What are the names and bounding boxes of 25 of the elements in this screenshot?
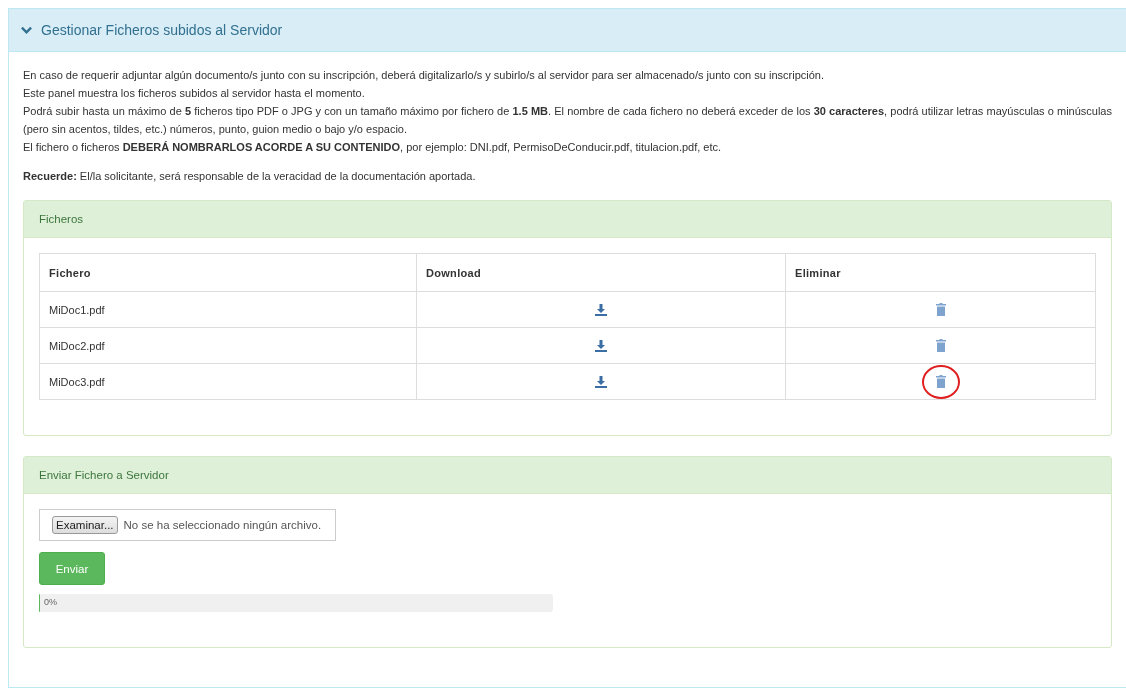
trash-icon[interactable] [935,339,946,352]
panel-title: Enviar Fichero a Servidor [39,469,169,481]
file-name: MiDoc2.pdf [39,327,417,364]
trash-icon[interactable] [935,375,946,388]
instruction-text: Podrá subir hasta un máximo de 5 ficheros tipo PDF o JPG y con un tamaño máximo por fichero de 1.5 MB. El nombre de cada fichero no deberá exceder de los 30 caracteres, podrá utilizar letras mayúsculas o minúsculas (pero sin acentos, tildes, etc.) números, punto, guion medio o bajo y/o espacio. [23,104,1112,137]
instruction-text: Este panel muestra los ficheros subidos al servidor hasta el momento. [23,86,366,101]
instruction-text: En caso de requerir adjuntar algún documento/s junto con su inscripción, deberá digitalizarlo/s y subirlo/s al servidor para ser almacenado/s junto con su inscripción. [23,68,825,83]
reminder-text: Recuerde: El/la solicitante, será responsable de la veracidad de la documentación aportada. [23,169,477,184]
download-icon[interactable] [595,304,607,317]
download-icon[interactable] [595,376,607,389]
progress-reading: 0% [44,597,57,607]
chevron-icon [21,26,32,34]
column-header: Fichero [39,253,417,292]
panel-title: Gestionar Ficheros subidos al Servidor [41,22,283,38]
file-name: MiDoc3.pdf [39,363,417,400]
file-input[interactable]: Examinar... No se ha seleccionado ningún archivo. [39,509,337,541]
trash-icon[interactable] [935,303,946,316]
panel-header[interactable]: Gestionar Ficheros subidos al Servidor [9,9,1126,52]
column-header: Eliminar [785,253,1096,292]
panel-title: Ficheros [39,213,84,225]
file-name: MiDoc1.pdf [39,291,417,328]
download-icon[interactable] [595,340,607,353]
browse-button[interactable]: Examinar... [52,516,118,534]
instruction-text: El fichero o ficheros DEBERÁ NOMBRARLOS ACORDE A SU CONTENIDO, por ejemplo: DNI.pdf, PermisoDeConducir.pdf, titulacion.pdf, etc. [23,140,723,155]
column-header: Download [416,253,786,292]
